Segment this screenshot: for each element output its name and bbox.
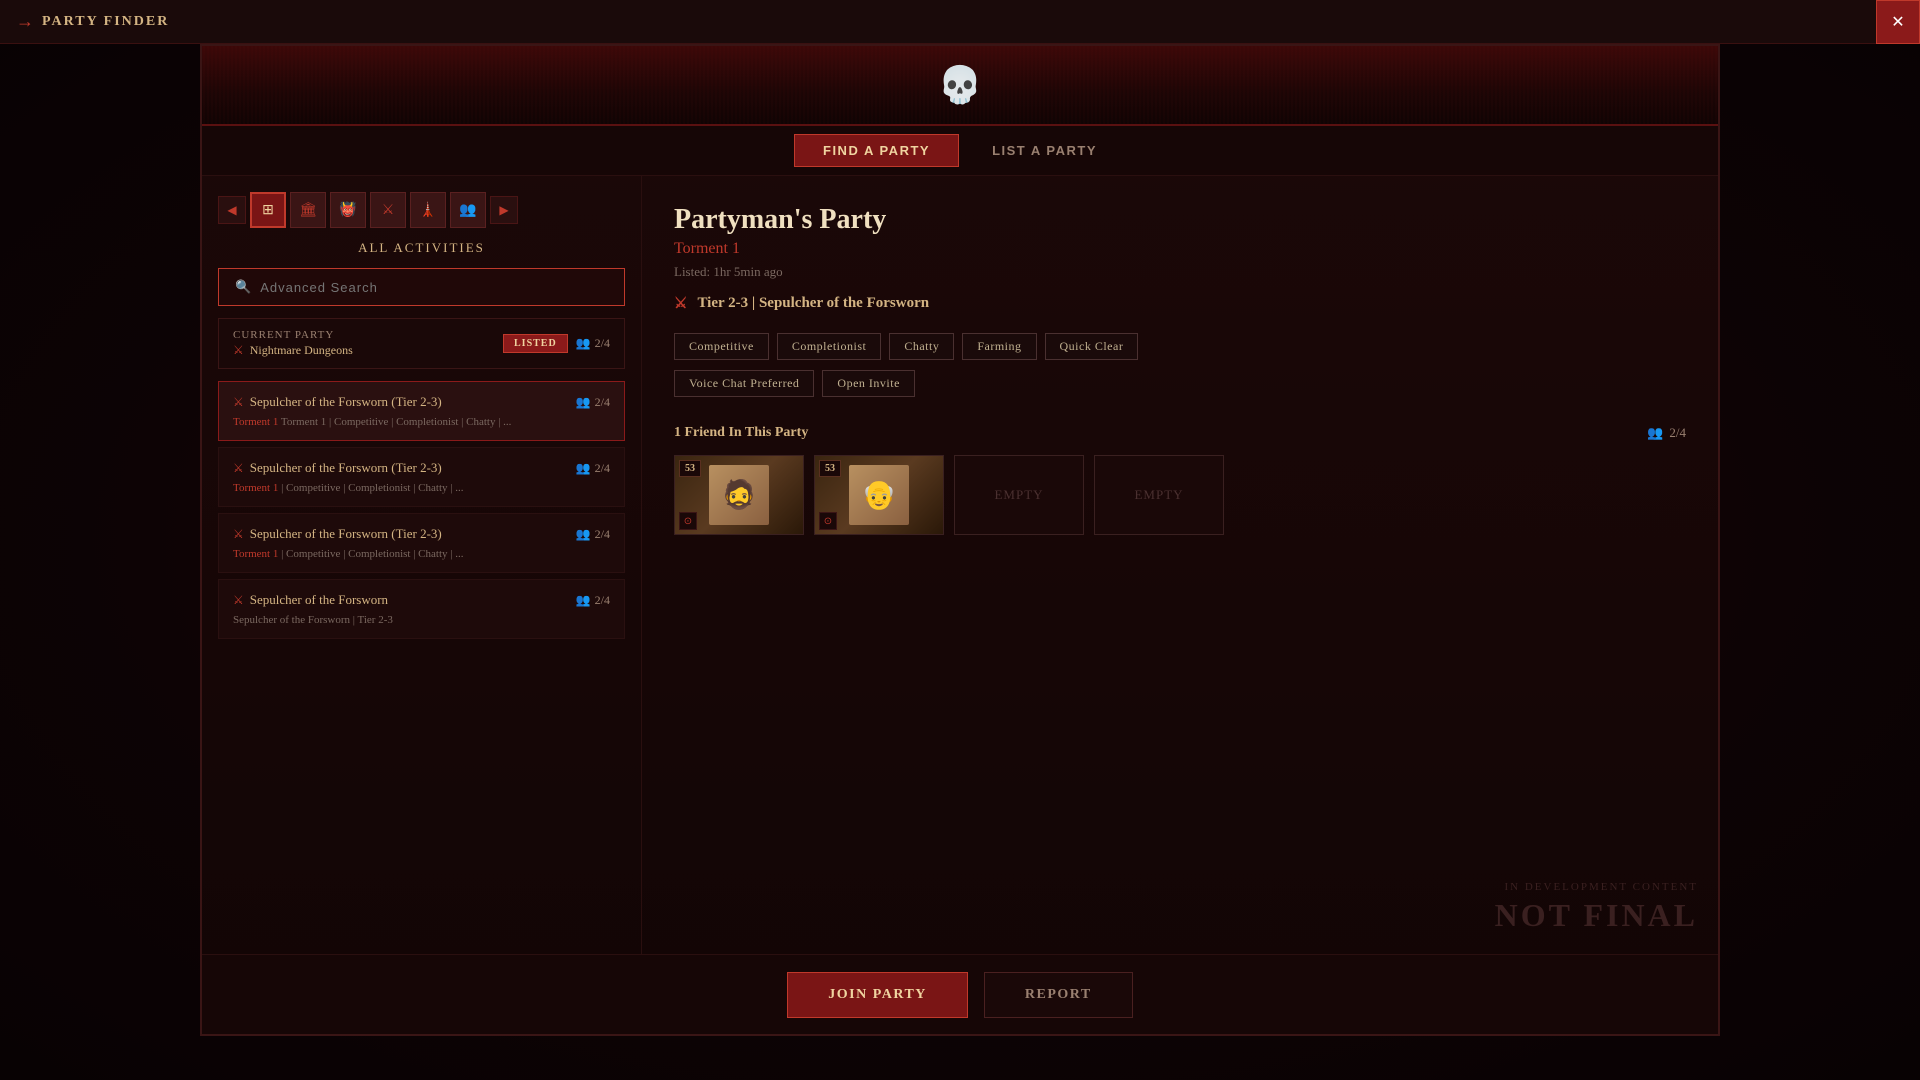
- friends-label: 1 Friend In This Party: [674, 425, 808, 441]
- tab-find-party[interactable]: FIND A PARTY: [794, 134, 959, 167]
- tags-row-2: Voice Chat Preferred Open Invite: [674, 370, 1686, 397]
- current-party-count: 👥 2/4: [576, 336, 610, 351]
- players-icon: 👥: [576, 593, 591, 608]
- all-activities-label: ALL ACTIVITIES: [218, 240, 625, 256]
- player-slot-1: 🧔 53 ⊙: [674, 455, 804, 535]
- main-window: 💀 FIND A PARTY LIST A PARTY ◀ ⊞ 🏛 👹 ⚔ 🗼 …: [200, 44, 1720, 1036]
- players-icon: 👥: [576, 336, 591, 351]
- search-bar[interactable]: 🔍: [218, 268, 625, 306]
- party-list: ⚔ Sepulcher of the Forsworn (Tier 2-3) 👥…: [218, 381, 625, 938]
- players-icon: 👥: [576, 395, 591, 410]
- party-difficulty: Torment 1: [674, 240, 1686, 258]
- party-list-item[interactable]: ⚔ Sepulcher of the Forsworn (Tier 2-3) 👥…: [218, 447, 625, 507]
- activity-nav: ◀ ⊞ 🏛 👹 ⚔ 🗼 👥 ▶: [218, 192, 625, 228]
- current-party-info: Current Party ⚔ Nightmare Dungeons: [233, 329, 495, 358]
- close-button[interactable]: ✕: [1876, 0, 1920, 44]
- player-slot-3: EMPTY: [954, 455, 1084, 535]
- player-slot-empty-label: EMPTY: [1134, 487, 1183, 503]
- dungeon-icon: ⚔: [233, 395, 244, 410]
- nav-next-button[interactable]: ▶: [490, 196, 518, 224]
- player-slot-2: 👴 53 ⊙: [814, 455, 944, 535]
- tag-farming: Farming: [962, 333, 1036, 360]
- watermark: IN DEVELOPMENT CONTENT NOT FINAL: [1495, 881, 1698, 934]
- listed-badge: LISTED: [503, 334, 568, 353]
- skull-icon: 💀: [938, 64, 983, 106]
- content-area: ◀ ⊞ 🏛 👹 ⚔ 🗼 👥 ▶ ALL ACTIVITIES 🔍 Current…: [202, 176, 1718, 954]
- current-party-name: ⚔ Nightmare Dungeons: [233, 343, 495, 358]
- activity-icon-raid[interactable]: 👹: [330, 192, 366, 228]
- dungeon-icon: ⚔: [233, 343, 244, 358]
- tag-competitive: Competitive: [674, 333, 769, 360]
- left-panel: ◀ ⊞ 🏛 👹 ⚔ 🗼 👥 ▶ ALL ACTIVITIES 🔍 Current…: [202, 176, 642, 954]
- friends-section: 1 Friend In This Party 👥 2/4 🧔 53 ⊙: [674, 425, 1686, 535]
- bottom-action-bar: Join Party Report: [202, 954, 1718, 1034]
- player-slot-4: EMPTY: [1094, 455, 1224, 535]
- dungeon-icon: ⚔: [233, 527, 244, 542]
- tab-list-party[interactable]: LIST A PARTY: [963, 134, 1126, 167]
- player-slot-empty-label: EMPTY: [994, 487, 1043, 503]
- party-listed-time: Listed: 1hr 5min ago: [674, 264, 1686, 280]
- activity-icon-dungeon[interactable]: 🏛: [290, 192, 326, 228]
- report-button[interactable]: Report: [984, 972, 1133, 1018]
- party-list-item[interactable]: ⚔ Sepulcher of the Forsworn (Tier 2-3) 👥…: [218, 513, 625, 573]
- party-list-item[interactable]: ⚔ Sepulcher of the Forsworn 👥 2/4 Sepulc…: [218, 579, 625, 639]
- activity-icon-all[interactable]: ⊞: [250, 192, 286, 228]
- title-bar: → PARTY FINDER ✕: [0, 0, 1920, 44]
- join-party-button[interactable]: Join Party: [787, 972, 968, 1018]
- top-banner: 💀: [202, 46, 1718, 126]
- players-icon: 👥: [576, 527, 591, 542]
- tag-open-invite: Open Invite: [822, 370, 914, 397]
- player-class-icon: ⊙: [679, 512, 697, 530]
- title-bar-text: PARTY FINDER: [42, 14, 169, 30]
- players-icon: 👥: [576, 461, 591, 476]
- player-level-badge: 53: [819, 460, 841, 477]
- dungeon-icon: ⚔: [233, 461, 244, 476]
- right-panel: Partyman's Party Torment 1 Listed: 1hr 5…: [642, 176, 1718, 954]
- watermark-sub: IN DEVELOPMENT CONTENT: [1495, 881, 1698, 893]
- current-party-box: Current Party ⚔ Nightmare Dungeons LISTE…: [218, 318, 625, 369]
- players-icon: 👥: [1647, 425, 1663, 441]
- search-icon: 🔍: [235, 279, 252, 295]
- party-list-item[interactable]: ⚔ Sepulcher of the Forsworn (Tier 2-3) 👥…: [218, 381, 625, 441]
- current-party-label: Current Party: [233, 329, 495, 341]
- player-level-badge: 53: [679, 460, 701, 477]
- title-arrow-icon: →: [16, 11, 34, 32]
- friends-count: 👥 2/4: [1647, 425, 1686, 441]
- party-dungeon-info: ⚔ Tier 2-3 | Sepulcher of the Forsworn: [674, 294, 1686, 313]
- party-name: Partyman's Party: [674, 204, 1686, 236]
- tag-voice-chat: Voice Chat Preferred: [674, 370, 814, 397]
- player-avatar-face: 👴: [849, 465, 909, 525]
- dungeon-icon: ⚔: [233, 593, 244, 608]
- dungeon-detail-icon: ⚔: [674, 294, 687, 313]
- tag-completionist: Completionist: [777, 333, 882, 360]
- player-avatar-face: 🧔: [709, 465, 769, 525]
- search-input[interactable]: [260, 280, 608, 295]
- player-class-icon: ⊙: [819, 512, 837, 530]
- tab-bar: FIND A PARTY LIST A PARTY: [202, 126, 1718, 176]
- watermark-main: NOT FINAL: [1495, 897, 1698, 934]
- nav-prev-button[interactable]: ◀: [218, 196, 246, 224]
- tags-row: Competitive Completionist Chatty Farming…: [674, 333, 1686, 360]
- player-slots: 🧔 53 ⊙ 👴 53 ⊙ EMPTY: [674, 455, 1686, 535]
- activity-icon-group[interactable]: 👥: [450, 192, 486, 228]
- activity-icon-tower[interactable]: 🗼: [410, 192, 446, 228]
- tag-chatty: Chatty: [889, 333, 954, 360]
- activity-icon-pvp[interactable]: ⚔: [370, 192, 406, 228]
- tag-quick-clear: Quick Clear: [1045, 333, 1139, 360]
